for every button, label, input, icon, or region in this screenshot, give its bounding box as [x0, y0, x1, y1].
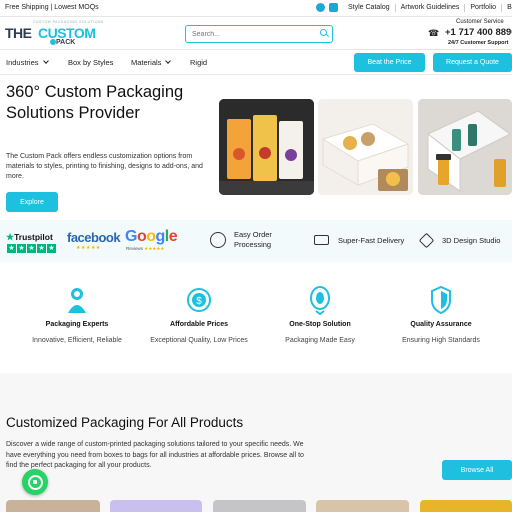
product-card[interactable] — [316, 500, 409, 512]
support-hours: 24/7 Customer Support — [448, 40, 509, 46]
google-reviews-rating: Reviews ★★★★★ — [126, 246, 164, 252]
main-nav: Industries Box by Styles Materials Rigid… — [0, 50, 512, 75]
clock-icon — [210, 232, 226, 248]
nav-item-label: Materials — [131, 58, 162, 67]
benefit-title: One-Stop Solution — [289, 321, 351, 328]
benefit-title: Affordable Prices — [170, 321, 228, 328]
benefit-one-stop-solution: One-Stop Solution Packaging Made Easy — [260, 285, 380, 344]
nav-item-label: Box by Styles — [68, 58, 114, 67]
product-card[interactable] — [213, 500, 306, 512]
facebook-rating-stars: ★★★★★ — [76, 245, 101, 251]
whatsapp-chat-icon[interactable] — [22, 469, 48, 495]
star-icon: ★ — [47, 244, 56, 253]
shield-check-icon — [429, 285, 453, 315]
star-icon: ★ — [37, 244, 46, 253]
google-logo[interactable]: Google — [125, 228, 178, 246]
feature-easy-order: Easy Order Processing — [234, 230, 272, 249]
link-artwork-guidelines[interactable]: Artwork Guidelines — [394, 4, 465, 12]
hero-title: 360° Custom Packaging Solutions Provider — [6, 83, 184, 122]
site-logo[interactable]: CUSTOM PACKAGING SOLUTIONS THE CUSTOM PA… — [5, 20, 103, 48]
expert-icon — [65, 285, 89, 315]
hero-image-bottle-box — [418, 99, 512, 195]
product-card[interactable] — [6, 500, 100, 512]
customer-support: Customer Service ☎ +1 717 400 8890 24/7 … — [428, 18, 512, 50]
support-label: Customer Service — [456, 19, 504, 25]
search-input[interactable] — [185, 25, 333, 43]
promo-text: Free Shipping | Lowest MOQs — [5, 4, 99, 11]
browse-all-button[interactable]: Browse All — [442, 460, 512, 480]
link-portfolio[interactable]: Portfolio — [464, 4, 501, 12]
benefit-quality-assurance: Quality Assurance Ensuring High Standard… — [381, 285, 501, 344]
trustpilot-label: Trustpilot — [14, 232, 53, 242]
products-description: Discover a wide range of custom-printed … — [6, 441, 304, 469]
top-links: Style Catalog Artwork Guidelines Portfol… — [348, 4, 512, 12]
logo-tagline: CUSTOM PACKAGING SOLUTIONS — [33, 20, 104, 24]
top-bar: Free Shipping | Lowest MOQs Style Catalo… — [0, 0, 512, 17]
trustpilot-star-icon: ★ — [6, 232, 15, 242]
nav-item-industries[interactable]: Industries — [6, 58, 49, 67]
beat-the-price-button[interactable]: Beat the Price — [354, 53, 425, 72]
header: CUSTOM PACKAGING SOLUTIONS THE CUSTOM PA… — [0, 17, 512, 50]
hero-image-pastry-box — [318, 99, 413, 195]
star-icon: ★ — [27, 244, 36, 253]
nav-item-materials[interactable]: Materials — [131, 58, 172, 67]
products-title: Customized Packaging For All Products — [6, 415, 244, 430]
nav-item-box-by-styles[interactable]: Box by Styles — [68, 58, 113, 67]
facebook-logo[interactable]: facebook — [67, 230, 121, 245]
nav-item-label: Rigid — [190, 58, 208, 67]
dollar-coin-icon: $ — [187, 285, 211, 315]
chevron-down-icon — [42, 58, 49, 64]
link-style-catalog[interactable]: Style Catalog — [348, 4, 395, 12]
google-rating-stars: ★★★★★ — [144, 246, 165, 251]
benefit-title: Quality Assurance — [410, 321, 472, 328]
trustpilot-logo[interactable]: ★Trustpilot — [6, 232, 53, 243]
benefit-subtitle: Innovative, Efficient, Reliable — [32, 337, 122, 344]
google-reviews-label: Reviews — [126, 246, 144, 251]
search-icon[interactable] — [320, 29, 327, 36]
benefit-packaging-experts: Packaging Experts Innovative, Efficient,… — [17, 285, 137, 344]
nav-item-rigid[interactable]: Rigid — [190, 58, 207, 67]
feature-fast-delivery: Super-Fast Delivery — [338, 236, 405, 245]
logo-the: THE — [5, 25, 32, 41]
star-icon: ★ — [7, 244, 16, 253]
support-phone[interactable]: +1 717 400 8890 — [445, 27, 512, 38]
logo-pack: PACK — [56, 39, 76, 46]
benefit-subtitle: Ensuring High Standards — [402, 337, 480, 344]
product-card[interactable] — [420, 500, 512, 512]
benefit-subtitle: Exceptional Quality, Low Prices — [150, 337, 248, 344]
hero-image-pouches — [219, 99, 314, 195]
chevron-down-icon — [165, 58, 172, 64]
svg-text:$: $ — [196, 296, 202, 307]
explore-button[interactable]: Explore — [6, 192, 58, 212]
benefit-title: Packaging Experts — [45, 321, 109, 328]
phone-icon: ☎ — [428, 28, 440, 38]
product-card[interactable] — [110, 500, 202, 512]
benefit-affordable-prices: $ Affordable Prices Exceptional Quality,… — [139, 285, 259, 344]
whatsapp-icon[interactable] — [316, 3, 325, 12]
email-icon[interactable] — [329, 3, 338, 12]
trustpilot-rating: ★ ★ ★ ★ ★ — [7, 244, 56, 253]
truck-icon — [314, 235, 329, 245]
star-icon: ★ — [17, 244, 26, 253]
social-links — [316, 3, 338, 12]
benefit-subtitle: Packaging Made Easy — [285, 337, 355, 344]
link-blog[interactable]: Blog — [501, 4, 512, 12]
request-quote-button[interactable]: Request a Quote — [433, 53, 512, 72]
hero-description: The Custom Pack offers endless customiza… — [6, 153, 203, 180]
feature-3d-design: 3D Design Studio — [442, 236, 501, 245]
location-pin-icon — [308, 285, 332, 316]
nav-item-label: Industries — [6, 58, 39, 67]
